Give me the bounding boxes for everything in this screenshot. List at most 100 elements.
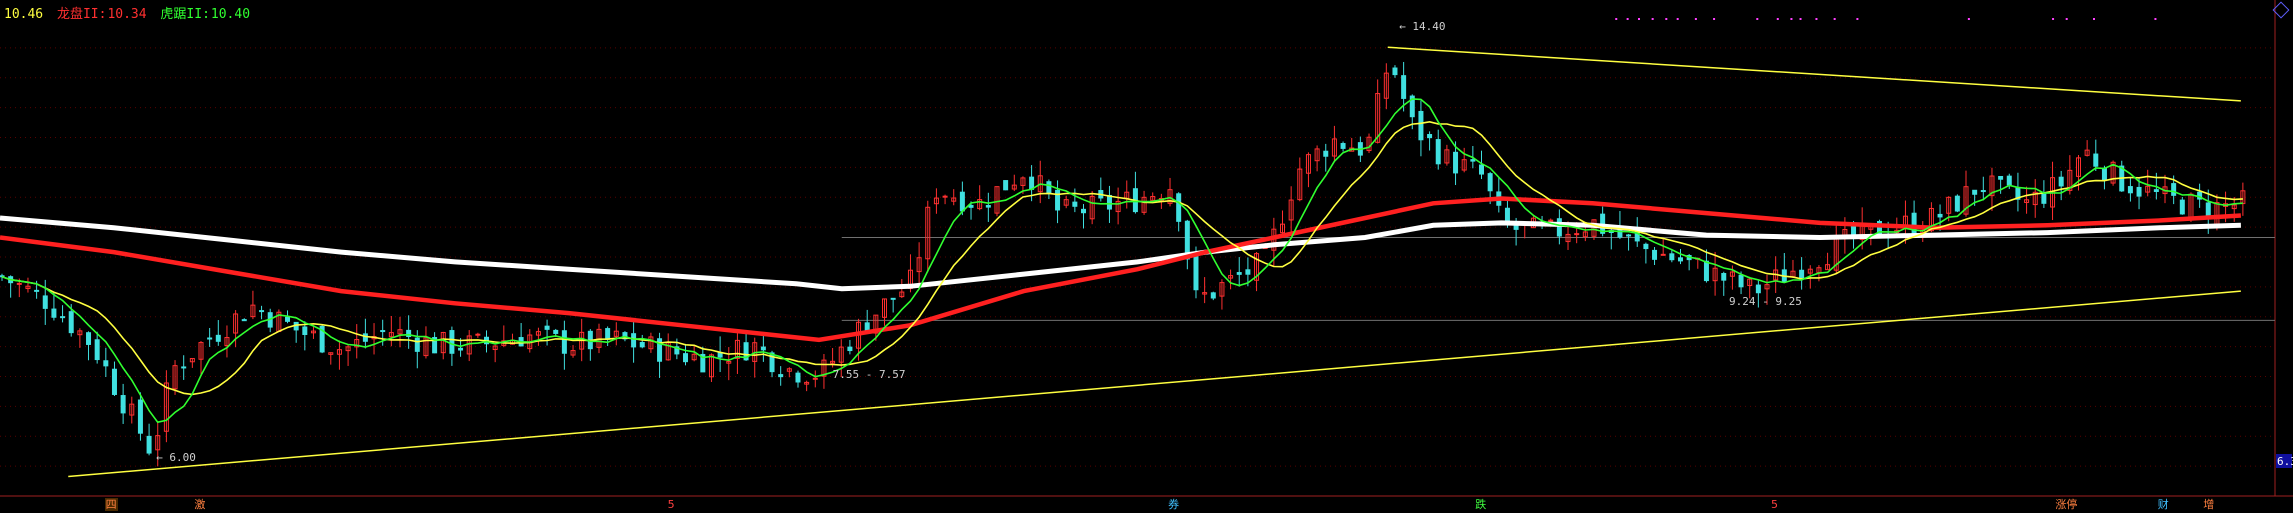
candle-body xyxy=(942,195,948,198)
candle-body xyxy=(94,339,100,361)
right-price-tag-label: 6.3 xyxy=(2277,455,2293,468)
signal-marker xyxy=(1694,18,1697,20)
candle-body xyxy=(137,399,143,434)
high-price-label: ← 14.40 xyxy=(1399,20,1445,33)
upper-trendline xyxy=(1387,46,2241,102)
header-time: 10.46 xyxy=(4,7,44,22)
candle-body xyxy=(985,205,991,208)
candle-body xyxy=(1435,139,1441,165)
price-annotations: ← 14.40 ← 6.00 7.55 - 7.57 9.24 - 9.25 6.3 xyxy=(156,20,2293,468)
candle-body xyxy=(795,372,801,383)
event-label: 激 xyxy=(194,498,206,511)
ma-long-line xyxy=(0,196,2242,343)
candle-body xyxy=(1193,252,1199,291)
signal-markers xyxy=(1615,18,2157,20)
candle-body xyxy=(847,346,853,352)
candle-body xyxy=(1677,257,1683,262)
candle-body xyxy=(1738,274,1744,288)
candle-body xyxy=(2058,176,2064,187)
candle-body xyxy=(181,366,187,369)
candle-body xyxy=(146,435,152,454)
candle-body xyxy=(120,395,126,414)
candle-body xyxy=(103,360,109,367)
indicator-label-huju: 虎踞II: xyxy=(160,7,210,22)
candle-body xyxy=(2179,199,2185,215)
candle-body xyxy=(1176,193,1182,222)
candle-body xyxy=(1574,233,1580,236)
candle-body xyxy=(68,311,74,334)
signal-marker xyxy=(1856,18,1859,20)
candle-body xyxy=(1998,175,2004,180)
candle-body xyxy=(1799,269,1805,280)
candle-body xyxy=(968,204,974,208)
candle-body xyxy=(1513,225,1519,230)
candle-body xyxy=(1340,143,1346,149)
candle-body xyxy=(1003,180,1009,191)
candle-body xyxy=(683,353,689,363)
event-label: 5 xyxy=(1770,498,1778,511)
candle-body xyxy=(60,316,66,319)
signal-marker xyxy=(2065,18,2068,20)
candle-body xyxy=(1046,181,1052,194)
range-right-label: 9.24 - 9.25 xyxy=(1729,295,1802,308)
signal-marker xyxy=(1651,18,1654,20)
candle-body xyxy=(2127,186,2133,194)
indicator-value-huju: 10.40 xyxy=(210,7,251,22)
candle-body xyxy=(302,326,308,335)
candle-body xyxy=(458,347,464,351)
candle-body xyxy=(241,319,247,322)
candle-body xyxy=(362,333,368,342)
candle-body xyxy=(1245,269,1251,275)
moving-averages xyxy=(0,98,2243,424)
candle-body xyxy=(285,316,291,322)
event-label: 5 xyxy=(667,498,675,511)
candlestick-chart[interactable]: ← 14.40 ← 6.00 7.55 - 7.57 9.24 - 9.25 6.3 xyxy=(0,0,2293,513)
signal-marker xyxy=(1790,18,1793,20)
candle-body xyxy=(1937,213,1943,218)
event-label: 财 xyxy=(2157,498,2169,511)
candle-body xyxy=(553,329,559,334)
candle-body xyxy=(1626,234,1632,237)
candle-body xyxy=(890,297,896,300)
candle-body xyxy=(380,330,386,333)
candle-body xyxy=(1072,201,1078,207)
candle-body xyxy=(414,337,420,352)
candle-body xyxy=(1323,150,1329,157)
candle-body xyxy=(1401,75,1407,99)
candle-body xyxy=(2101,167,2107,181)
candle-body xyxy=(1478,164,1484,175)
candle-body xyxy=(1106,194,1112,210)
ma-fast-line xyxy=(1,98,2243,424)
lower-trendline xyxy=(68,290,2241,478)
candle-body xyxy=(1755,284,1761,294)
candle-body xyxy=(1470,159,1476,162)
candle-body xyxy=(639,341,645,348)
indicator-label-longpan: 龙盘II: xyxy=(56,7,107,22)
candle-body xyxy=(778,374,784,378)
candle-body xyxy=(1972,189,1978,195)
candle-body xyxy=(760,346,766,351)
signal-marker xyxy=(1713,18,1716,20)
candle-body xyxy=(1453,151,1459,174)
signal-marker xyxy=(1776,18,1779,20)
candle-body xyxy=(1652,249,1658,260)
candle-body xyxy=(1418,110,1424,141)
candle-body xyxy=(111,368,117,395)
candle-body xyxy=(86,332,92,345)
signal-marker xyxy=(1967,18,1970,20)
event-label: 增 xyxy=(2203,498,2215,511)
candle-body xyxy=(215,334,221,342)
candle-body xyxy=(1236,272,1242,275)
candle-body xyxy=(259,310,265,313)
candle-body xyxy=(561,330,567,354)
candle-body xyxy=(2041,193,2047,204)
candle-body xyxy=(717,352,723,358)
candle-body xyxy=(2093,153,2099,167)
signal-marker xyxy=(1626,18,1629,20)
candle-body xyxy=(42,295,48,309)
candle-body xyxy=(1081,208,1087,214)
candle-body xyxy=(1669,253,1675,261)
indicator-header: 10.46 龙盘II:10.34 虎踞II:10.40 xyxy=(4,3,256,22)
candle-body xyxy=(1210,292,1216,299)
low-price-label: ← 6.00 xyxy=(156,451,196,464)
